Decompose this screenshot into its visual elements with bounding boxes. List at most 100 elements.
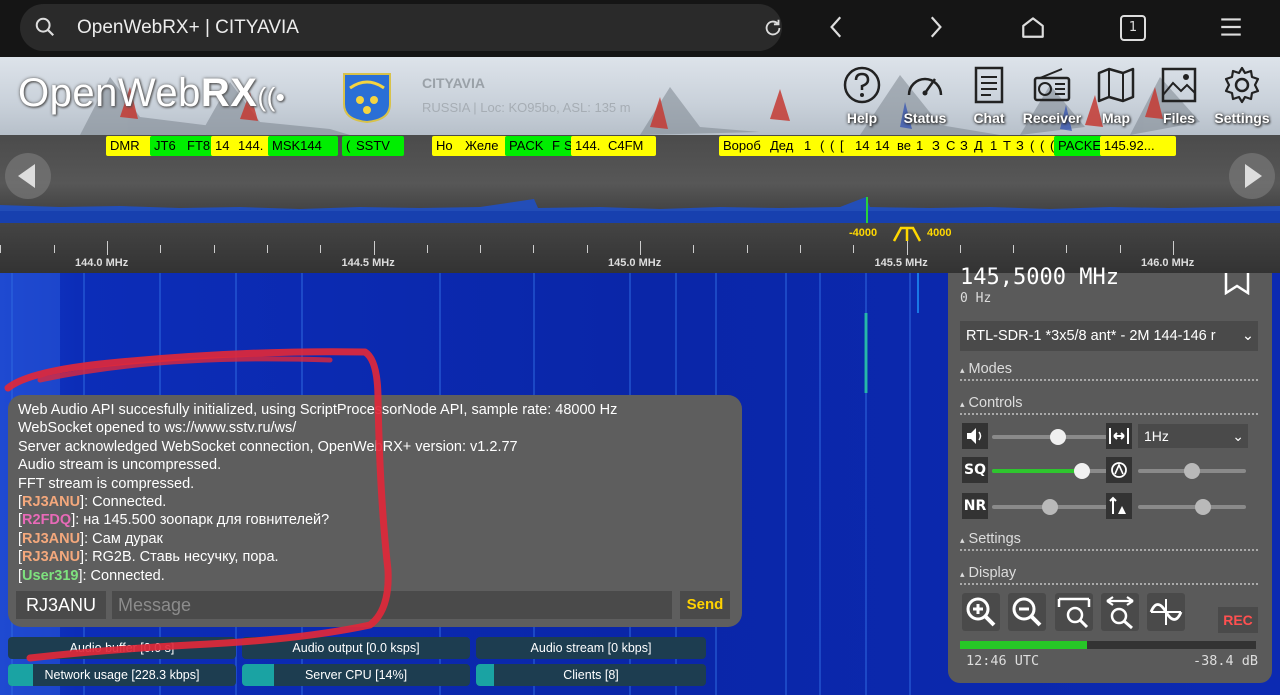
webrx-header: OpenWebRX((• CITYAVIA RUSSIA | Loc: KO95… — [0, 57, 1280, 135]
status-fill — [242, 664, 274, 686]
record-button[interactable]: REC — [1218, 607, 1258, 633]
address-bar[interactable]: OpenWebRX+ | CITYAVIA — [20, 4, 782, 51]
tune-level-icon[interactable] — [1106, 493, 1132, 519]
sdr-profile-select[interactable]: RTL-SDR-1 *3x5/8 ant* - 2M 144-146 r ⌄ — [960, 321, 1258, 351]
tab-count: 1 — [1128, 20, 1138, 35]
scale-major-tick — [906, 241, 908, 255]
radio-icon — [1033, 68, 1071, 102]
filter-passband-icon[interactable] — [893, 226, 921, 242]
waveform-icon — [1149, 599, 1183, 625]
scale-major-tick — [640, 241, 641, 255]
back-icon[interactable] — [824, 14, 850, 40]
settings-button[interactable]: Settings — [1211, 65, 1273, 129]
zoom-in-button[interactable] — [962, 593, 1000, 631]
status-button[interactable]: Status — [894, 65, 956, 129]
help-icon — [843, 66, 881, 104]
send-button[interactable]: Send — [680, 591, 730, 619]
chat-button[interactable]: Chat — [958, 65, 1020, 129]
map-button[interactable]: Map — [1085, 65, 1147, 129]
frequency-offset: 0 Hz — [960, 291, 992, 306]
slider-knob[interactable] — [1041, 499, 1058, 515]
chevron-down-icon: ⌄ — [1232, 428, 1244, 444]
chat-text: : Connected. — [84, 494, 167, 511]
scale-minor-tick — [426, 245, 428, 253]
log-line: WebSocket opened to ws://www.sstv.ru/ws/ — [18, 420, 297, 437]
receiver-panel: 145,5000 MHz 0 Hz RTL-SDR-1 *3x5/8 ant* … — [948, 265, 1272, 683]
frequency-display[interactable]: 145,5000 MHz — [960, 265, 1119, 290]
volume-icon[interactable] — [962, 423, 988, 449]
auto-adjust-button[interactable] — [1147, 593, 1185, 631]
audio-stream-status: Audio stream [0 kbps] — [476, 637, 706, 659]
chevron-down-icon: ⌄ — [1241, 328, 1254, 344]
scale-label: 144.0 MHz — [75, 257, 129, 269]
slider-knob[interactable] — [1074, 463, 1090, 479]
status-fill — [476, 664, 495, 686]
scroll-left-button[interactable] — [5, 153, 51, 199]
noise-reduction-icon[interactable]: NR — [962, 493, 988, 519]
zoom-center-button[interactable] — [1101, 593, 1139, 631]
scroll-right-button[interactable] — [1229, 153, 1275, 199]
log-line: Server acknowledged WebSocket connection… — [18, 438, 518, 455]
tuning-step-select[interactable]: 1Hz ⌄ — [1138, 424, 1248, 448]
modes-section-toggle[interactable]: Modes — [960, 361, 1258, 381]
tune-slider[interactable] — [1138, 499, 1246, 515]
agc-icon[interactable] — [1106, 457, 1132, 483]
chat-line: [RJ3ANU]: Сам дурак — [18, 530, 163, 547]
display-section-toggle[interactable]: Display — [960, 565, 1258, 585]
forward-icon[interactable] — [922, 14, 948, 40]
bookmark-37[interactable]: 145.92... — [1100, 136, 1176, 156]
utc-clock: 12:46 UTC — [966, 653, 1040, 669]
chat-text: : Сам дурак — [84, 530, 163, 547]
receiver-button[interactable]: Receiver — [1021, 65, 1083, 129]
menu-icon[interactable] — [1218, 14, 1244, 40]
squelch-fill — [992, 469, 1082, 473]
agc-slider[interactable] — [1138, 463, 1246, 479]
status-fill — [8, 664, 34, 686]
slider-knob[interactable] — [1050, 429, 1066, 445]
scale-major-tick — [1173, 241, 1174, 255]
bookmark-star-icon[interactable] — [1220, 273, 1254, 295]
scale-label: 145.0 MHz — [608, 257, 662, 269]
bookmark-7[interactable]: SSTV — [352, 136, 404, 156]
scale-major-tick — [107, 241, 108, 255]
bookmark-5[interactable]: MSK144 — [268, 136, 338, 156]
chat-nickname-field[interactable]: RJ3ANU — [16, 591, 106, 619]
help-button[interactable]: Help — [831, 65, 893, 129]
squelch-label-icon[interactable]: SQ — [962, 457, 988, 483]
s-meter-fill — [960, 641, 1088, 649]
controls-section-toggle[interactable]: Controls — [960, 395, 1258, 415]
volume-slider[interactable] — [992, 429, 1112, 445]
zoom-fit-button[interactable] — [1055, 593, 1093, 631]
reload-icon[interactable] — [762, 17, 784, 39]
server-cpu-status: Server CPU [14%] — [242, 664, 470, 686]
bandwidth-icon[interactable] — [1106, 423, 1132, 449]
slider-knob[interactable] — [1194, 499, 1211, 515]
browser-toolbar: OpenWebRX+ | CITYAVIA 1 — [0, 0, 1280, 57]
squelch-slider[interactable] — [992, 463, 1112, 479]
fft-spectrum — [0, 197, 1280, 223]
triangle-left-icon — [18, 164, 35, 188]
files-button[interactable]: Files — [1148, 65, 1210, 129]
bookmark-0[interactable]: DMR — [106, 136, 156, 156]
chat-line: [User319]: Connected. — [18, 567, 165, 584]
home-icon[interactable] — [1020, 14, 1046, 40]
noise-reduction-slider[interactable] — [992, 499, 1112, 515]
zoom-out-button[interactable] — [1008, 593, 1046, 631]
audio-output-status: Audio output [0.0 ksps] — [242, 637, 470, 659]
scale-minor-tick — [959, 245, 961, 253]
bookmark-14[interactable]: C4FM — [604, 136, 656, 156]
filter-high-label: 4000 — [927, 227, 952, 239]
scale-minor-tick — [533, 245, 535, 253]
chat-line: [R2FDQ]: на 145.500 зоопарк для говнител… — [18, 512, 330, 529]
chat-document-icon — [974, 66, 1004, 104]
scale-label: 146.0 MHz — [1141, 257, 1195, 269]
tabs-button[interactable]: 1 — [1120, 15, 1146, 41]
scale-label: 145.5 MHz — [874, 257, 928, 269]
settings-section-toggle[interactable]: Settings — [960, 531, 1258, 551]
audio-buffer-status: Audio buffer [0.0 s] — [8, 637, 236, 659]
chat-message-input[interactable]: Message — [112, 591, 672, 619]
scale-minor-tick — [480, 245, 482, 253]
chat-input-row: RJ3ANU Message Send — [16, 591, 732, 619]
scale-minor-tick — [320, 245, 322, 253]
slider-knob[interactable] — [1184, 463, 1200, 479]
